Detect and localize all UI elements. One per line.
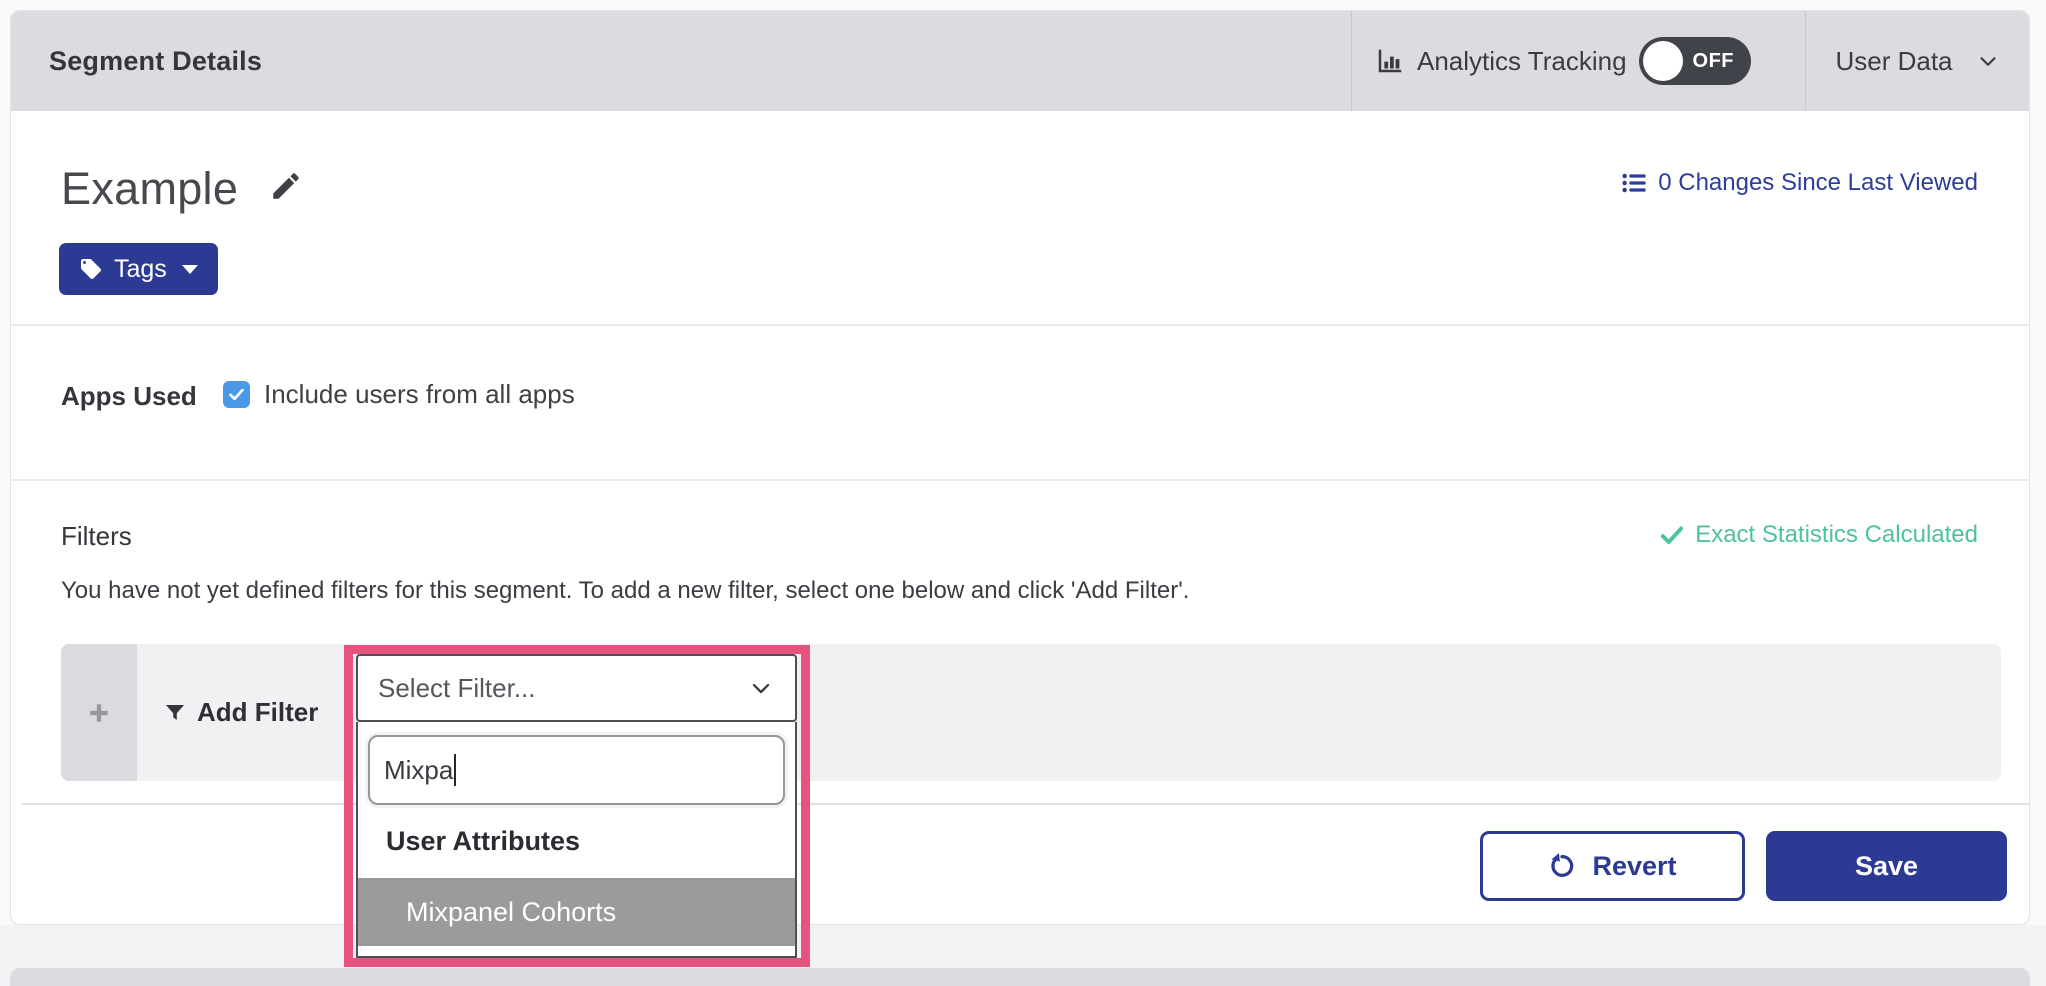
footer-bar: [10, 968, 2030, 986]
search-text: Mixpa: [384, 755, 453, 786]
filter-dropdown-panel: Mixpa User Attributes Mixpanel Cohorts: [356, 722, 797, 958]
toggle-state-label: OFF: [1693, 37, 1735, 85]
filters-heading: Filters: [61, 521, 132, 552]
select-chevron-icon: [747, 674, 775, 702]
caret-down-icon: [182, 265, 198, 274]
add-filter-header: Add Filter: [163, 644, 318, 781]
add-filter-plus-button[interactable]: [61, 644, 137, 781]
include-all-apps-label[interactable]: Include users from all apps: [264, 379, 575, 410]
actions-divider: [22, 803, 2030, 805]
user-data-label: User Data: [1835, 46, 1952, 77]
section-divider: [11, 324, 2029, 326]
status-label: Exact Statistics Calculated: [1695, 521, 1978, 549]
save-button[interactable]: Save: [1766, 831, 2007, 901]
save-label: Save: [1855, 851, 1918, 882]
dropdown-group-header: User Attributes: [386, 826, 580, 857]
plus-icon: [86, 700, 112, 726]
content-card: Segment Details Analytics Tracking OFF: [10, 10, 2030, 925]
add-filter-row: Add Filter: [61, 644, 2001, 781]
add-filter-label: Add Filter: [197, 697, 318, 728]
filter-search-input[interactable]: Mixpa: [368, 735, 785, 805]
filter-select-value: Select Filter...: [358, 673, 747, 704]
filter-select[interactable]: Select Filter...: [356, 654, 797, 722]
filters-empty-message: You have not yet defined filters for thi…: [61, 577, 1189, 605]
changes-list-icon: [1620, 169, 1648, 197]
analytics-toggle[interactable]: OFF: [1639, 37, 1751, 85]
checkmark-icon: [227, 385, 246, 404]
chevron-down-icon: [1975, 48, 2001, 74]
segment-details-screen: Segment Details Analytics Tracking OFF: [0, 0, 2046, 986]
tag-icon: [79, 257, 103, 281]
filter-funnel-icon: [163, 701, 187, 725]
edit-pencil-icon[interactable]: [269, 169, 303, 203]
check-icon: [1659, 522, 1685, 548]
tags-label: Tags: [114, 255, 167, 284]
apps-used-checkbox-row: Include users from all apps: [223, 379, 575, 410]
dropdown-option-mixpanel-cohorts[interactable]: Mixpanel Cohorts: [358, 878, 795, 946]
analytics-icon: [1375, 46, 1405, 76]
apps-used-label: Apps Used: [61, 381, 197, 412]
tags-button[interactable]: Tags: [59, 243, 218, 295]
page-title: Segment Details: [49, 11, 262, 111]
header-divider: [1351, 11, 1352, 111]
exact-statistics-status: Exact Statistics Calculated: [1659, 521, 1978, 549]
user-data-dropdown[interactable]: User Data: [1805, 11, 2030, 111]
undo-icon: [1548, 852, 1576, 880]
toggle-knob: [1643, 41, 1683, 81]
analytics-tracking-group: Analytics Tracking OFF: [1375, 11, 1751, 111]
changes-label: 0 Changes Since Last Viewed: [1658, 169, 1978, 197]
section-divider: [11, 479, 2029, 481]
segment-name: Example: [61, 163, 238, 215]
header-bar: Segment Details Analytics Tracking OFF: [11, 11, 2029, 111]
changes-link[interactable]: 0 Changes Since Last Viewed: [1620, 169, 1978, 197]
revert-button[interactable]: Revert: [1480, 831, 1745, 901]
revert-label: Revert: [1592, 851, 1676, 882]
include-all-apps-checkbox[interactable]: [223, 381, 250, 408]
analytics-tracking-label: Analytics Tracking: [1417, 46, 1627, 77]
text-cursor: [454, 754, 456, 786]
